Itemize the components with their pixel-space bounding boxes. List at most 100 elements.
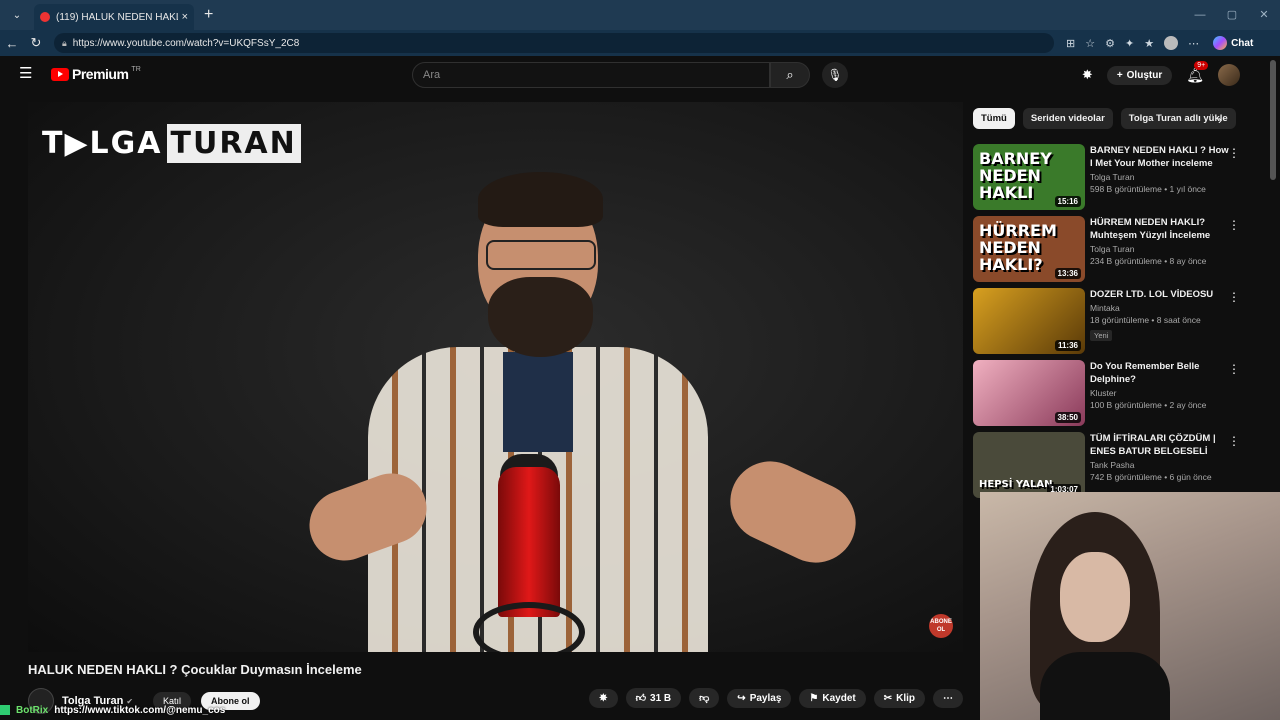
video-title[interactable]: DOZER LTD. LOL VİDEOSU [1090, 288, 1230, 301]
browser-tab[interactable]: (119) HALUK NEDEN HAKLI ? Çocuk × [34, 4, 194, 30]
back-icon[interactable]: ← [0, 36, 24, 51]
account-avatar[interactable] [1218, 64, 1240, 86]
duration-badge: 15:16 [1054, 196, 1081, 207]
thumbnail-text: HÜRREM NEDEN HAKLI? [979, 221, 1057, 274]
tab-actions-menu-icon[interactable]: ⌄ [4, 4, 30, 26]
lock-icon: 🔒︎ [62, 37, 67, 48]
maximize-icon[interactable]: ▢ [1216, 0, 1248, 30]
dislike-button[interactable]: 👎︎ [689, 688, 720, 708]
video-meta: Do You Remember Belle Delphine? Kluster … [1090, 360, 1230, 432]
duration-badge: 38:50 [1054, 412, 1081, 423]
video-meta: BARNEY NEDEN HAKLI ? How I Met Your Moth… [1090, 144, 1230, 216]
duration-badge: 11:36 [1054, 340, 1081, 351]
microphone-icon: 🎙︎ [827, 68, 843, 82]
related-video[interactable]: BARNEY NEDEN HAKLI 15:16 BARNEY NEDEN HA… [973, 144, 1248, 216]
copilot-chat-button[interactable]: Chat [1213, 36, 1253, 50]
share-button[interactable]: ↪ Paylaş [727, 688, 792, 708]
youtube-header: ☰ Premium TR Ara ⌕ 🎙︎ ✸ + Oluştur 🔔︎ 9+ [0, 56, 1280, 96]
create-button[interactable]: + Oluştur [1106, 65, 1173, 85]
close-window-icon[interactable]: ✕ [1248, 0, 1280, 30]
scissors-icon: ✂ [883, 692, 893, 704]
chevron-right-icon[interactable]: › [1218, 113, 1222, 127]
save-button[interactable]: ⚑ Kaydet [799, 688, 866, 708]
subscribe-watermark-badge[interactable]: ABONE OL [929, 614, 953, 638]
related-video[interactable]: HÜRREM NEDEN HAKLI? 13:36 HÜRREM NEDEN H… [973, 216, 1248, 288]
more-options-icon[interactable]: ⋮ [1228, 146, 1240, 160]
youtube-logo[interactable]: Premium TR [51, 66, 141, 82]
video-frame-presenter [299, 172, 869, 652]
video-thumbnail[interactable]: 11:36 [973, 288, 1085, 354]
page-scrollbar[interactable] [1270, 60, 1276, 180]
video-player[interactable]: T▶LGA TURAN ABONE OL [28, 102, 963, 652]
video-channel[interactable]: Tank Pasha [1090, 460, 1230, 470]
more-options-icon[interactable]: ⋮ [1228, 362, 1240, 376]
more-options-icon[interactable]: ⋮ [1228, 290, 1240, 304]
video-views: 598 B görüntüleme • 1 yıl önce [1090, 184, 1206, 194]
more-actions-icon[interactable]: ⋯ [933, 688, 963, 708]
thumbs-up-icon: 👍︎ [635, 693, 647, 704]
country-code: TR [131, 65, 141, 73]
video-channel[interactable]: Mintaka [1090, 303, 1230, 313]
thumbs-down-icon: 👎︎ [699, 693, 710, 704]
search-input[interactable]: Ara [412, 62, 770, 88]
more-menu-icon[interactable]: ⋯ [1188, 37, 1199, 50]
more-options-icon[interactable]: ⋮ [1228, 218, 1240, 232]
refresh-icon[interactable]: ↻ [24, 35, 48, 51]
extensions-icon[interactable]: ⚙ [1105, 37, 1115, 50]
voice-search-button[interactable]: 🎙︎ [822, 62, 848, 88]
tiktok-link: https://www.tiktok.com/@nemu_cos [54, 704, 226, 716]
video-thumbnail[interactable]: BARNEY NEDEN HAKLI 15:16 [973, 144, 1085, 210]
watermark-part-1: T▶LGA [42, 126, 163, 161]
extension-icon[interactable]: ✦ [1125, 37, 1134, 50]
thumbnail-text: BARNEY NEDEN HAKLI [979, 149, 1052, 202]
more-options-icon[interactable]: ⋮ [1228, 434, 1240, 448]
tab-title: (119) HALUK NEDEN HAKLI ? Çocuk [56, 11, 178, 23]
video-title[interactable]: TÜM İFTİRALARI ÇÖZDÜM | ENES BATUR BELGE… [1090, 432, 1230, 458]
clip-button[interactable]: ✂ Klip [873, 688, 925, 708]
video-title[interactable]: Do You Remember Belle Delphine? [1090, 360, 1230, 386]
related-video[interactable]: 38:50 Do You Remember Belle Delphine? Kl… [973, 360, 1248, 432]
video-views: 18 görüntüleme • 8 saat önce [1090, 315, 1201, 325]
url-field[interactable]: 🔒︎ https://www.youtube.com/watch?v=UKQFS… [54, 33, 1054, 53]
toolbar-icons: ⊞ ☆ ⚙ ✦ ★ ⋯ Chat [1066, 36, 1253, 50]
chip-series[interactable]: Seriden videolar [1022, 108, 1113, 129]
video-channel[interactable]: Kluster [1090, 388, 1230, 398]
minimize-icon[interactable]: — [1184, 0, 1216, 30]
hamburger-menu-icon[interactable]: ☰ [19, 66, 33, 81]
clip-label: Klip [896, 692, 915, 704]
premium-sparkle-action-icon[interactable]: ✸ [589, 688, 618, 708]
apps-icon[interactable]: ⊞ [1066, 37, 1075, 50]
new-tab-button[interactable]: + [204, 6, 213, 24]
video-views: 742 B görüntüleme • 6 gün önce [1090, 472, 1212, 482]
webcam-person [1030, 512, 1170, 720]
video-channel[interactable]: Tolga Turan [1090, 244, 1230, 254]
thumbnail-text: HEPSİ YALAN [979, 479, 1053, 490]
plus-icon: + [1116, 69, 1123, 81]
related-video[interactable]: 11:36 DOZER LTD. LOL VİDEOSU Mintaka 18 … [973, 288, 1248, 360]
video-thumbnail[interactable]: HEPSİ YALAN 1:03:07 [973, 432, 1085, 498]
video-thumbnail[interactable]: HÜRREM NEDEN HAKLI? 13:36 [973, 216, 1085, 282]
like-button[interactable]: 👍︎ 31 B [625, 688, 682, 708]
video-thumbnail[interactable]: 38:50 [973, 360, 1085, 426]
youtube-play-icon [51, 67, 69, 81]
favorites-icon[interactable]: ★ [1144, 37, 1154, 50]
watermark-part-2: TURAN [166, 124, 301, 163]
profile-avatar[interactable] [1164, 36, 1179, 50]
close-tab-icon[interactable]: × [182, 11, 188, 23]
chip-all[interactable]: Tümü [973, 108, 1015, 129]
video-title[interactable]: BARNEY NEDEN HAKLI ? How I Met Your Moth… [1090, 144, 1230, 170]
premium-sparkle-icon[interactable]: ✸ [1082, 67, 1093, 83]
favorite-star-icon[interactable]: ☆ [1085, 37, 1095, 50]
search-button[interactable]: ⌕ [770, 62, 810, 88]
video-channel[interactable]: Tolga Turan [1090, 172, 1230, 182]
copilot-icon [1213, 36, 1228, 50]
video-actions: ✸ 👍︎ 31 B 👎︎ ↪ Paylaş ⚑ Kaydet ✂ Klip ⋯ [589, 688, 963, 708]
address-bar-row: ← ↻ 🔒︎ https://www.youtube.com/watch?v=U… [0, 30, 1280, 56]
create-label: Oluştur [1126, 69, 1163, 81]
video-meta: HÜRREM NEDEN HAKLI? Muhteşem Yüzyıl İnce… [1090, 216, 1230, 288]
video-title[interactable]: HÜRREM NEDEN HAKLI? Muhteşem Yüzyıl İnce… [1090, 216, 1230, 242]
video-views: 100 B görüntüleme • 2 ay önce [1090, 400, 1207, 410]
notifications-bell-icon[interactable]: 🔔︎ 9+ [1186, 60, 1209, 84]
filter-chips: Tümü Seriden videolar Tolga Turan adlı y… [973, 108, 1236, 129]
video-title: HALUK NEDEN HAKLI ? Çocuklar Duymasın İn… [28, 662, 362, 677]
